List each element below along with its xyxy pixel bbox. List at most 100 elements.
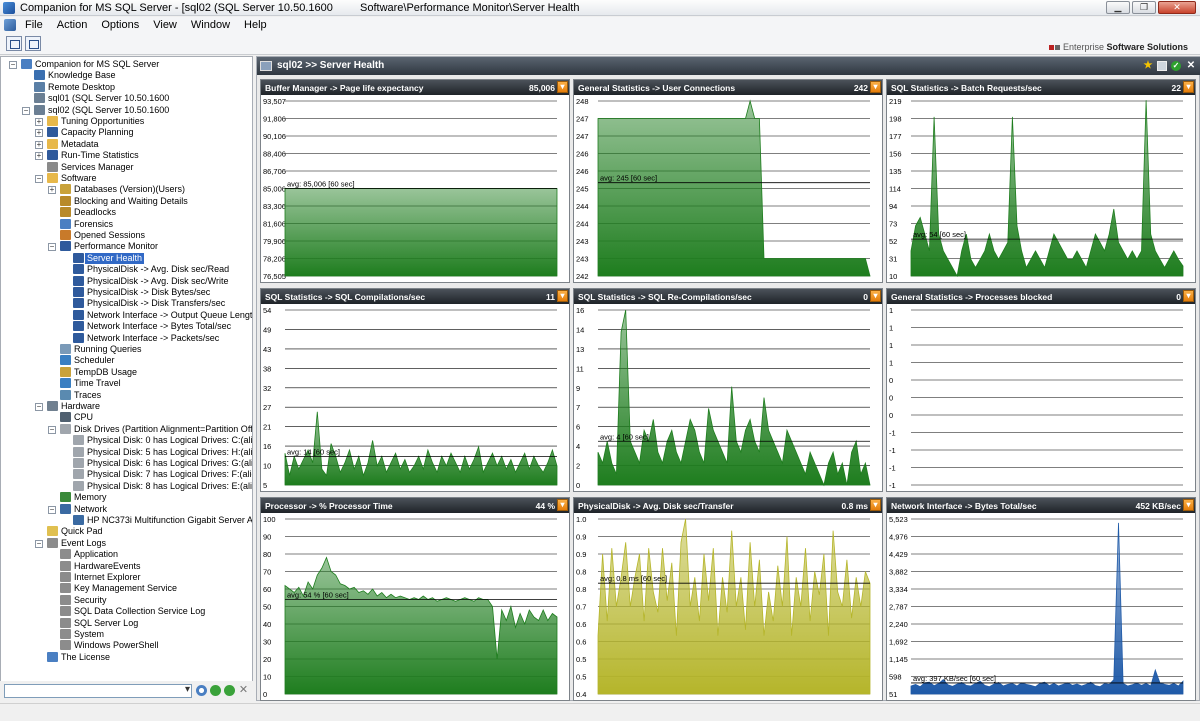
tree-item[interactable]: − Disk Drives (Partition Alignment=Partit…	[1, 423, 252, 435]
tree-item[interactable]: Internet Explorer	[1, 572, 252, 583]
close-button[interactable]: ✕	[1158, 1, 1196, 14]
menu-help[interactable]: Help	[237, 17, 274, 31]
tree-item[interactable]: − Hardware	[1, 401, 252, 412]
expand-icon[interactable]: +	[48, 186, 56, 195]
tree-item[interactable]: − Companion for MS SQL Server	[1, 59, 252, 70]
tree-item[interactable]: Physical Disk: 8 has Logical Drives: E:(…	[1, 480, 252, 492]
tree-item[interactable]: Services Manager	[1, 161, 252, 173]
tree-item[interactable]: Opened Sessions	[1, 230, 252, 241]
chevron-down-icon[interactable]: ▾	[870, 499, 881, 511]
tree-item[interactable]: Windows PowerShell	[1, 640, 252, 651]
chevron-down-icon[interactable]: ▾	[1183, 499, 1194, 511]
collapse-icon[interactable]: −	[9, 61, 17, 69]
tree-item[interactable]: Physical Disk: 0 has Logical Drives: C:(…	[1, 435, 252, 446]
tree-item[interactable]: Scheduler	[1, 355, 252, 366]
tree-item[interactable]: Running Queries	[1, 344, 252, 355]
expand-icon[interactable]: +	[35, 118, 43, 126]
tree-item[interactable]: Quick Pad	[1, 526, 252, 537]
tree-item[interactable]: HP NC373i Multifunction Gigabit Server A…	[1, 515, 252, 526]
menu-view[interactable]: View	[146, 17, 184, 31]
tree-item[interactable]: − Performance Monitor	[1, 241, 252, 252]
check-icon[interactable]: ✓	[1171, 61, 1181, 71]
tree-item[interactable]: Physical Disk: 7 has Logical Drives: F:(…	[1, 469, 252, 480]
expand-icon[interactable]: +	[35, 140, 43, 149]
tree-item[interactable]: Blocking and Waiting Details	[1, 195, 252, 207]
collapse-icon[interactable]: −	[48, 505, 56, 514]
menu-action[interactable]: Action	[50, 17, 95, 31]
tree-item[interactable]: The License	[1, 651, 252, 663]
search-combo[interactable]	[4, 684, 192, 698]
restore-button[interactable]: ❐	[1132, 1, 1156, 14]
clear-icon[interactable]: ✕	[238, 685, 249, 696]
tree-item[interactable]: Traces	[1, 389, 252, 401]
chevron-down-icon[interactable]: ▾	[870, 290, 881, 302]
tree-item[interactable]: − Network	[1, 503, 252, 515]
tree-item[interactable]: Physical Disk: 5 has Logical Drives: H:(…	[1, 446, 252, 458]
collapse-icon[interactable]: −	[35, 403, 43, 411]
tree-item[interactable]: Physical Disk: 6 has Logical Drives: G:(…	[1, 458, 252, 469]
tree-item[interactable]: Network Interface -> Packets/sec	[1, 332, 252, 344]
collapse-icon[interactable]: −	[22, 106, 30, 115]
tree-item[interactable]: Network Interface -> Output Queue Length	[1, 309, 252, 321]
chevron-down-icon[interactable]: ▾	[557, 499, 568, 511]
chevron-down-icon[interactable]: ▾	[557, 81, 568, 93]
database-icon	[60, 184, 71, 195]
arrow-up-icon[interactable]	[210, 685, 221, 696]
tree-item[interactable]: PhysicalDisk -> Disk Bytes/sec	[1, 287, 252, 298]
tree-item[interactable]: + Databases (Version)(Users)	[1, 184, 252, 195]
tree-item[interactable]: Server Health	[1, 252, 252, 264]
tree-item[interactable]: Remote Desktop	[1, 81, 252, 93]
log-icon	[60, 594, 71, 605]
tree-item[interactable]: Deadlocks	[1, 207, 252, 218]
collapse-icon[interactable]: −	[48, 243, 56, 252]
tree-item[interactable]: Knowledge Base	[1, 70, 252, 81]
tree-item[interactable]: Memory	[1, 492, 252, 503]
copy-icon[interactable]	[1157, 61, 1167, 71]
tree-item[interactable]: Application	[1, 549, 252, 560]
minimize-button[interactable]: ▁	[1106, 1, 1130, 14]
y-tick-label: 246	[576, 167, 589, 176]
collapse-icon[interactable]: −	[35, 175, 43, 183]
chevron-down-icon[interactable]: ▾	[870, 81, 881, 93]
chevron-down-icon[interactable]: ▾	[1183, 290, 1194, 302]
menu-window[interactable]: Window	[184, 17, 237, 31]
tree-item[interactable]: Security	[1, 594, 252, 606]
chart-current-value: 44 %	[535, 501, 555, 511]
close-icon[interactable]: ✕	[1186, 61, 1196, 71]
tree-item[interactable]: Network Interface -> Bytes Total/sec	[1, 321, 252, 332]
tree-item[interactable]: CPU	[1, 412, 252, 423]
tree-item[interactable]: + Capacity Planning	[1, 127, 252, 138]
tree-item[interactable]: + Run-Time Statistics	[1, 150, 252, 161]
layout-icon[interactable]	[6, 36, 22, 51]
menu-file[interactable]: File	[18, 17, 50, 31]
collapse-icon[interactable]: −	[48, 425, 56, 434]
tree-item[interactable]: − Software	[1, 173, 252, 184]
tree-item[interactable]: HardwareEvents	[1, 560, 252, 572]
tree-item[interactable]: Key Management Service	[1, 583, 252, 594]
collapse-icon[interactable]: −	[35, 539, 43, 548]
expand-icon[interactable]: +	[35, 129, 43, 138]
tree-item[interactable]: PhysicalDisk -> Disk Transfers/sec	[1, 298, 252, 309]
arrow-right-icon[interactable]	[224, 685, 235, 696]
tree-item[interactable]: PhysicalDisk -> Avg. Disk sec/Write	[1, 275, 252, 287]
tree-item[interactable]: SQL Data Collection Service Log	[1, 606, 252, 617]
tree-item[interactable]: SQL Server Log	[1, 617, 252, 629]
chevron-down-icon[interactable]: ▾	[1183, 81, 1194, 93]
grid-icon[interactable]	[25, 36, 41, 51]
tree-item[interactable]: TempDB Usage	[1, 366, 252, 378]
chevron-down-icon[interactable]: ▾	[557, 290, 568, 302]
tree-item[interactable]: + Metadata	[1, 138, 252, 150]
tree-item[interactable]: Forensics	[1, 218, 252, 230]
tree-item-label: Server Health	[85, 252, 145, 264]
tree-item[interactable]: System	[1, 629, 252, 640]
tree-item[interactable]: − Event Logs	[1, 537, 252, 549]
star-icon[interactable]: ★	[1143, 61, 1153, 71]
tree-item[interactable]: + Tuning Opportunities	[1, 116, 252, 127]
tree-item[interactable]: − sql02 (SQL Server 10.50.1600	[1, 104, 252, 116]
menu-options[interactable]: Options	[94, 17, 146, 31]
expand-icon[interactable]: +	[35, 152, 43, 161]
tree-item[interactable]: PhysicalDisk -> Avg. Disk sec/Read	[1, 264, 252, 275]
search-icon[interactable]	[196, 685, 207, 696]
tree-item[interactable]: sql01 (SQL Server 10.50.1600	[1, 93, 252, 104]
tree-item[interactable]: Time Travel	[1, 378, 252, 389]
